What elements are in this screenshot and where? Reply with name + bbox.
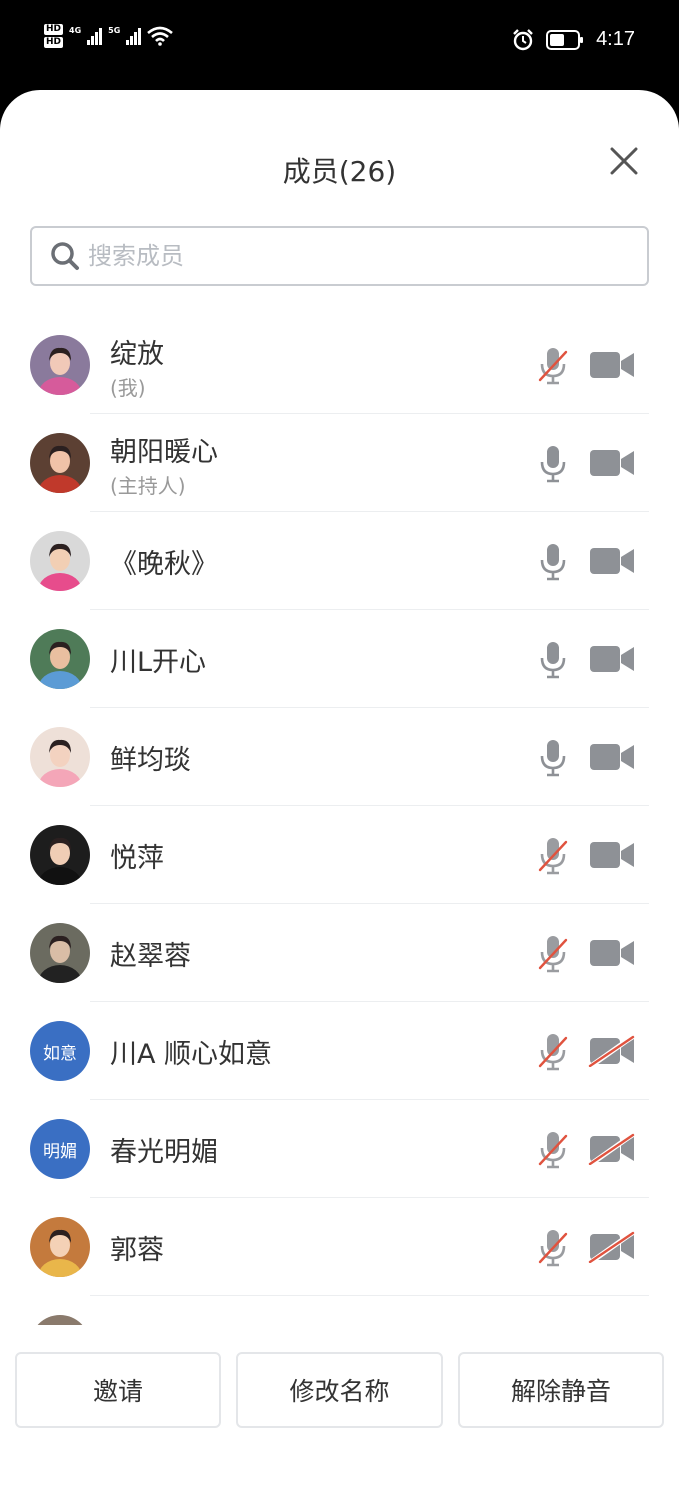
avatar: 如意: [30, 1021, 90, 1081]
network-type: 4G: [69, 26, 82, 35]
members-sheet: 成员(26) 绽放 (我) 朝阳暖心 (主持人) 《晚秋》: [0, 90, 679, 1500]
mic-icon[interactable]: [538, 640, 568, 680]
member-name: 川A 顺心如意: [110, 1039, 273, 1070]
mic-muted-icon[interactable]: [538, 346, 568, 386]
member-row[interactable]: 《晚秋》: [0, 512, 679, 610]
avatar-photo: [30, 531, 90, 591]
signal-icon: [126, 27, 142, 45]
mic-muted-icon[interactable]: [538, 1130, 568, 1170]
member-name: 悦萍: [110, 843, 164, 874]
member-row[interactable]: 鲜均琰: [0, 708, 679, 806]
mic-muted-icon[interactable]: [538, 934, 568, 974]
status-bar: HD HD 4G 5G 4:17: [0, 0, 679, 90]
avatar: 明媚: [30, 1119, 90, 1179]
search-input[interactable]: [88, 242, 588, 270]
hd-badge: HD: [44, 37, 64, 48]
member-row[interactable]: 赵翠蓉: [0, 904, 679, 1002]
member-row[interactable]: 川L开心: [0, 610, 679, 708]
member-list[interactable]: 绽放 (我) 朝阳暖心 (主持人) 《晚秋》 川L开心 鲜均琰 悦萍 赵翠蓉 如…: [0, 316, 679, 1325]
wifi-icon: [147, 26, 174, 46]
alarm-icon: [513, 28, 533, 50]
hd-badge: HD: [44, 24, 64, 35]
member-name: 《晚秋》: [110, 549, 218, 580]
member-name: 郭蓉: [110, 1235, 164, 1266]
unmute-button[interactable]: 解除静音: [458, 1352, 664, 1428]
search-box[interactable]: [30, 226, 649, 286]
invite-button[interactable]: 邀请: [15, 1352, 221, 1428]
mic-icon[interactable]: [538, 542, 568, 582]
mic-muted-icon[interactable]: [538, 1228, 568, 1268]
member-name: 绽放: [110, 339, 164, 370]
member-role: (主持人): [110, 474, 186, 498]
status-left: HD HD 4G 5G: [44, 24, 174, 48]
avatar-photo: [30, 825, 90, 885]
network-type: 5G: [108, 26, 121, 35]
member-row[interactable]: 朝阳暖心 (主持人): [0, 414, 679, 512]
rename-button[interactable]: 修改名称: [236, 1352, 443, 1428]
avatar-photo: [30, 433, 90, 493]
mic-icon[interactable]: [538, 738, 568, 778]
camera-off-icon[interactable]: [588, 1230, 636, 1265]
member-name: 鲜均琰: [110, 745, 191, 776]
member-row[interactable]: [0, 1296, 679, 1325]
member-name: 川L开心: [110, 647, 207, 678]
battery-icon: [546, 29, 584, 50]
member-name: 赵翠蓉: [110, 941, 191, 972]
member-row[interactable]: 绽放 (我): [0, 316, 679, 414]
camera-off-icon[interactable]: [588, 1034, 636, 1069]
camera-icon[interactable]: [588, 447, 636, 479]
clock: 4:17: [596, 28, 635, 50]
mic-icon[interactable]: [538, 444, 568, 484]
search-icon: [51, 242, 79, 270]
mic-muted-icon[interactable]: [538, 1032, 568, 1072]
status-right: 4:17: [512, 28, 635, 51]
signal-icon: [87, 27, 103, 45]
member-row[interactable]: 郭蓉: [0, 1198, 679, 1296]
camera-icon[interactable]: [588, 545, 636, 577]
member-row[interactable]: 明媚 春光明媚: [0, 1100, 679, 1198]
avatar-photo: [30, 1315, 90, 1325]
camera-icon[interactable]: [588, 839, 636, 871]
page-title: 成员(26): [282, 155, 397, 188]
member-role: (我): [110, 376, 146, 400]
member-name: 朝阳暖心: [110, 437, 218, 468]
avatar-photo: [30, 1217, 90, 1277]
action-bar: 邀请 修改名称 解除静音: [0, 1352, 679, 1428]
mic-muted-icon[interactable]: [538, 836, 568, 876]
avatar-photo: [30, 727, 90, 787]
camera-off-icon[interactable]: [588, 1132, 636, 1167]
avatar-photo: [30, 629, 90, 689]
avatar-photo: [30, 335, 90, 395]
avatar-photo: [30, 923, 90, 983]
camera-icon[interactable]: [588, 741, 636, 773]
member-name: 春光明媚: [110, 1137, 218, 1168]
hd-badges: HD HD: [44, 24, 64, 48]
camera-icon[interactable]: [588, 349, 636, 381]
member-row[interactable]: 如意 川A 顺心如意: [0, 1002, 679, 1100]
camera-icon[interactable]: [588, 937, 636, 969]
camera-icon[interactable]: [588, 643, 636, 675]
member-row[interactable]: 悦萍: [0, 806, 679, 904]
close-icon[interactable]: [609, 146, 639, 176]
